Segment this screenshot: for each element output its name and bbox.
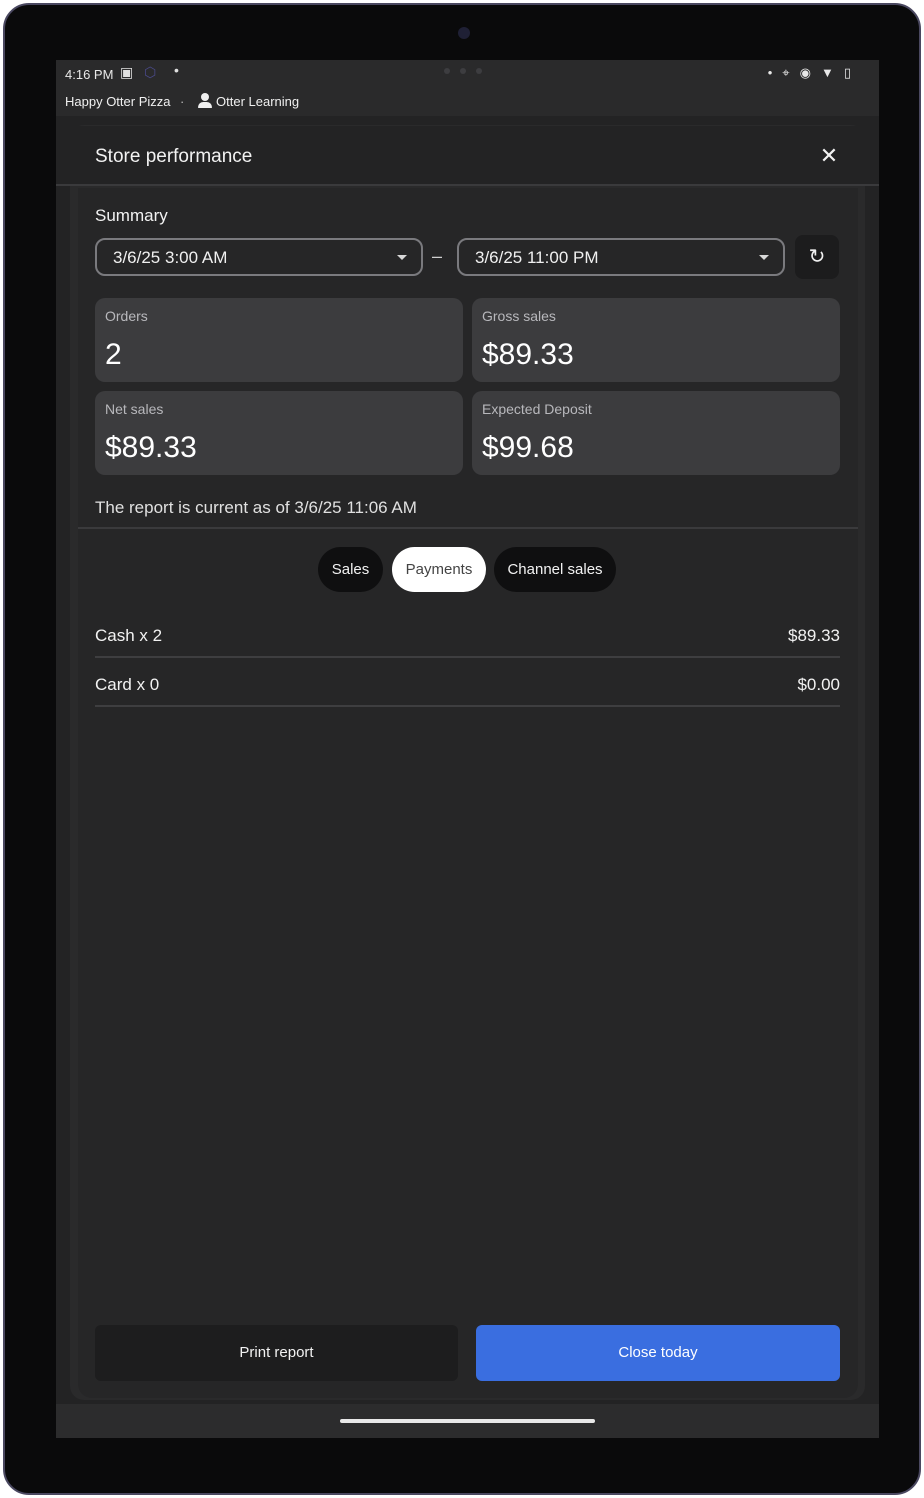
- summary-heading: Summary: [95, 206, 168, 225]
- payment-method: Cash x 2: [95, 626, 163, 645]
- home-indicator[interactable]: [340, 1419, 595, 1423]
- modal-title: Store performance: [95, 146, 253, 167]
- store-name[interactable]: Happy Otter Pizza: [65, 94, 171, 109]
- app-notification-icon: ⬡: [144, 64, 157, 80]
- status-bar: 4:16 PM ▣ ⬡ • • ⌖ ◉ ▼ ▯: [56, 60, 879, 88]
- wifi-icon: ▼: [820, 65, 834, 80]
- status-time: 4:16 PM: [65, 67, 114, 82]
- dot-icon: •: [767, 65, 773, 80]
- screen: 4:16 PM ▣ ⬡ • • ⌖ ◉ ▼ ▯ Happy Otter Pizz…: [56, 60, 879, 1438]
- payment-amount: $89.33: [788, 626, 840, 645]
- end-date-select[interactable]: 3/6/25 11:00 PM: [457, 238, 785, 276]
- payment-method: Card x 0: [95, 675, 160, 694]
- start-date-select[interactable]: 3/6/25 3:00 AM: [95, 238, 423, 276]
- card-label: Orders: [105, 308, 148, 324]
- user-icon: [198, 93, 212, 109]
- card-value: 2: [105, 338, 122, 371]
- tab-payments[interactable]: Payments: [392, 547, 486, 592]
- navigation-bar: [56, 1404, 879, 1438]
- chevron-down-icon: [397, 255, 407, 260]
- dot-icon: •: [174, 62, 179, 78]
- start-date-value: 3/6/25 3:00 AM: [113, 248, 228, 267]
- orders-card: Orders 2: [95, 298, 463, 382]
- tab-sales[interactable]: Sales: [318, 547, 383, 592]
- print-report-button[interactable]: Print report: [95, 1325, 458, 1381]
- close-today-button[interactable]: Close today: [476, 1325, 840, 1381]
- card-value: $89.33: [482, 338, 574, 371]
- card-label: Gross sales: [482, 308, 556, 324]
- expected-deposit-card: Expected Deposit $99.68: [472, 391, 840, 475]
- gross-sales-card: Gross sales $89.33: [472, 298, 840, 382]
- tablet-frame: 4:16 PM ▣ ⬡ • • ⌖ ◉ ▼ ▯ Happy Otter Pizz…: [3, 3, 921, 1495]
- report-timestamp: The report is current as of 3/6/25 11:06…: [95, 498, 417, 517]
- divider: [78, 527, 858, 529]
- modal-header: Store performance ✕: [56, 126, 879, 186]
- payment-row: Cash x 2 $89.33: [95, 610, 840, 658]
- card-label: Net sales: [105, 401, 164, 417]
- date-range-separator: –: [432, 246, 443, 266]
- close-icon[interactable]: ✕: [817, 144, 841, 168]
- card-value: $89.33: [105, 431, 197, 464]
- user-name[interactable]: Otter Learning: [216, 94, 299, 109]
- separator: ·: [180, 94, 185, 109]
- system-icons: • ⌖ ◉ ▼ ▯: [768, 65, 851, 81]
- refresh-icon[interactable]: ↻: [795, 235, 839, 279]
- payment-amount: $0.00: [797, 675, 840, 694]
- card-value: $99.68: [482, 431, 574, 464]
- tab-channel-sales[interactable]: Channel sales: [494, 547, 616, 592]
- app-bar: Happy Otter Pizza · Otter Learning: [56, 88, 879, 116]
- payment-row: Card x 0 $0.00: [95, 659, 840, 707]
- front-camera: [458, 27, 470, 39]
- location-icon: ⌖: [782, 65, 790, 80]
- battery-icon: ▯: [843, 65, 851, 80]
- end-date-value: 3/6/25 11:00 PM: [475, 248, 599, 267]
- eye-icon: ◉: [799, 65, 811, 80]
- notification-icon: ▣: [120, 64, 134, 80]
- net-sales-card: Net sales $89.33: [95, 391, 463, 475]
- card-label: Expected Deposit: [482, 401, 592, 417]
- camera-cutout-dots: [444, 68, 482, 74]
- chevron-down-icon: [759, 255, 769, 260]
